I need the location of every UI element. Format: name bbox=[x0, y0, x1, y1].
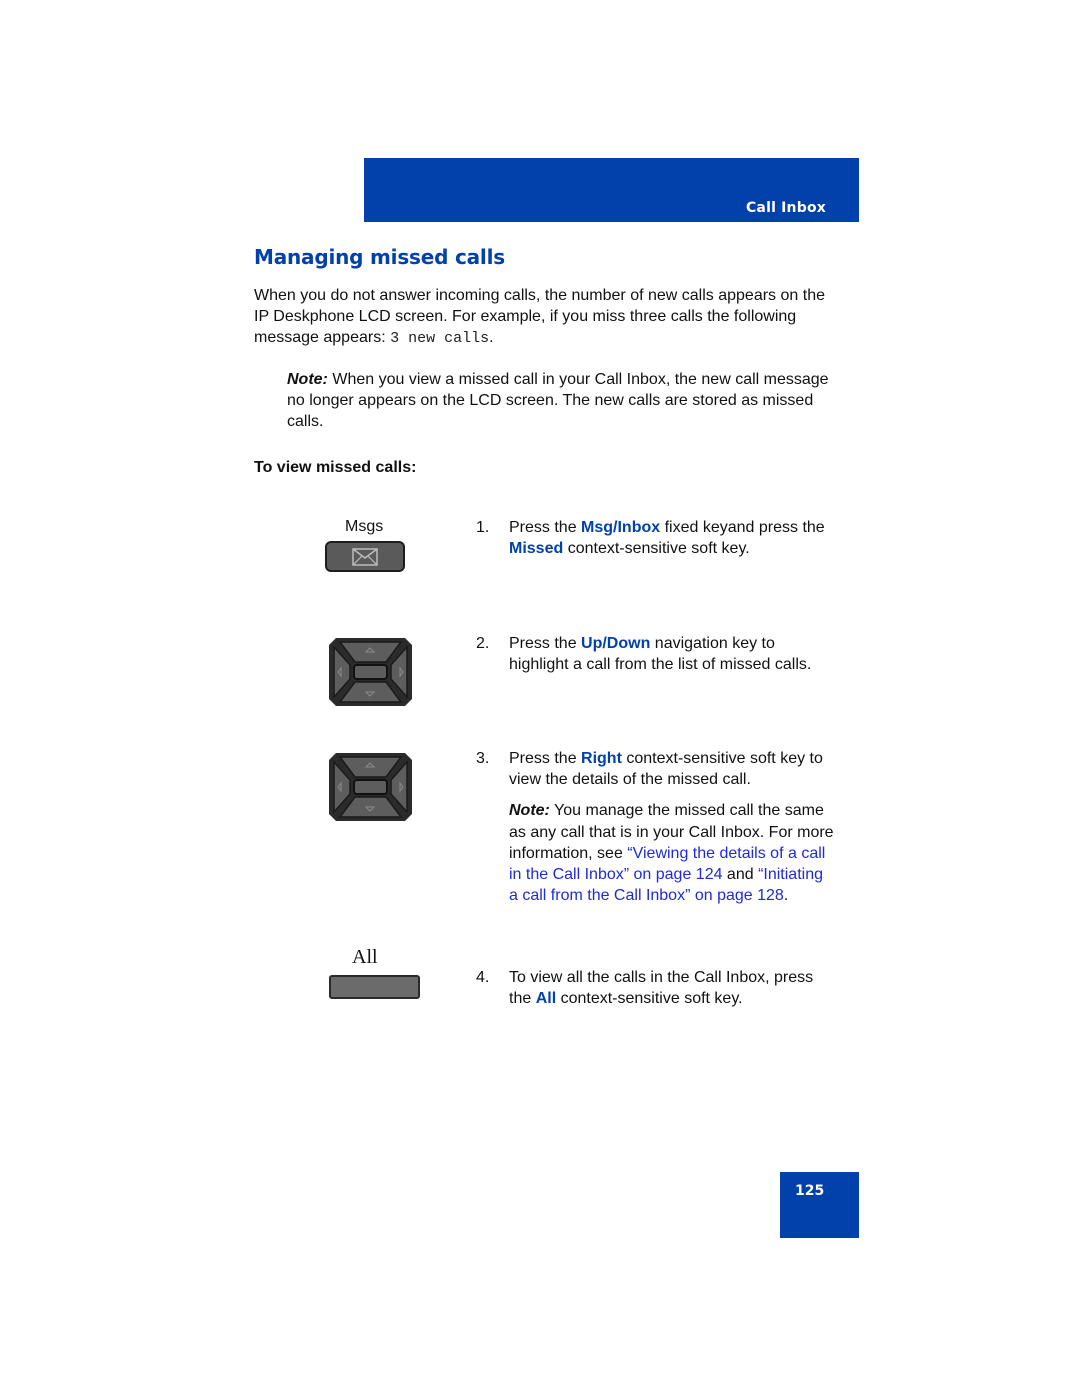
page-number: 125 bbox=[795, 1183, 825, 1199]
step-text: Press the bbox=[509, 519, 582, 536]
section-header-bar: Call Inbox bbox=[364, 158, 859, 222]
section-label: Call Inbox bbox=[745, 200, 826, 216]
note-text: and bbox=[722, 866, 759, 884]
key-name-up-down: Up/Down bbox=[581, 635, 651, 652]
step-text: Press the bbox=[509, 635, 582, 652]
step-text: context-sensitive soft key. bbox=[563, 540, 750, 558]
msgs-key bbox=[325, 541, 405, 572]
step-text: context-sensitive soft key. bbox=[556, 990, 743, 1008]
key-name-missed: Missed bbox=[509, 540, 564, 558]
key-name-msg-inbox: Msg/Inbox bbox=[581, 519, 661, 536]
step-1: 1. Press the Msg/Inbox fixed keyand pres… bbox=[476, 517, 836, 559]
page-number-box: 125 bbox=[780, 1172, 859, 1238]
step-number: 4. bbox=[476, 969, 490, 986]
step-text: Press the bbox=[509, 750, 582, 767]
key-name-all: All bbox=[535, 990, 557, 1008]
step-number: 1. bbox=[476, 519, 490, 536]
all-key-label: All bbox=[352, 946, 378, 968]
note-text: . bbox=[783, 887, 789, 905]
note-paragraph: Note: When you view a missed call in you… bbox=[287, 369, 832, 433]
navigation-key-icon bbox=[329, 638, 412, 706]
procedure-heading: To view missed calls: bbox=[254, 459, 417, 476]
msgs-key-label: Msgs bbox=[345, 518, 384, 535]
step-number: 3. bbox=[476, 750, 490, 767]
step-number: 2. bbox=[476, 635, 490, 652]
key-name-right: Right bbox=[581, 750, 622, 767]
intro-text: When you do not answer incoming calls, t… bbox=[254, 287, 825, 347]
note-text: When you view a missed call in your Call… bbox=[287, 371, 829, 431]
intro-paragraph: When you do not answer incoming calls, t… bbox=[254, 285, 834, 350]
step-3: 3. Press the Right context-sensitive sof… bbox=[476, 748, 836, 906]
page-title: Managing missed calls bbox=[254, 245, 505, 269]
step-2: 2. Press the Up/Down navigation key to h… bbox=[476, 633, 836, 675]
intro-end: . bbox=[489, 329, 494, 347]
note-label: Note: bbox=[287, 371, 328, 388]
navigation-key-icon bbox=[329, 753, 412, 821]
step-4: 4. To view all the calls in the Call Inb… bbox=[476, 967, 836, 1009]
step-3-note: Note: You manage the missed call the sam… bbox=[509, 800, 836, 906]
all-soft-key bbox=[329, 975, 420, 999]
envelope-icon bbox=[352, 547, 378, 566]
note-label: Note: bbox=[509, 802, 550, 820]
step-text: fixed keyand press the bbox=[660, 519, 825, 536]
lcd-message: 3 new calls bbox=[390, 330, 490, 348]
